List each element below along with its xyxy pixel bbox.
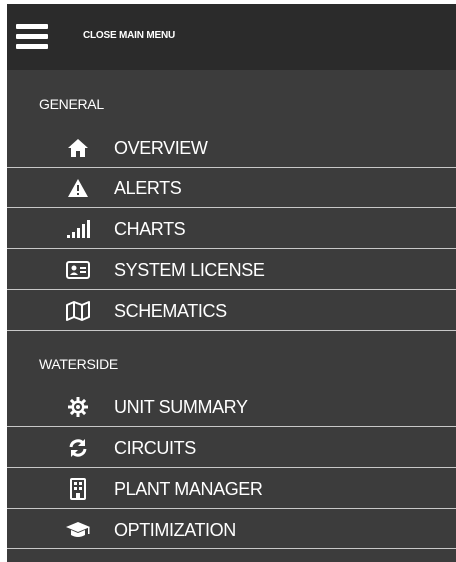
- menu-item-schematics[interactable]: SCHEMATICS: [7, 291, 456, 331]
- menu-item-label: OPTIMIZATION: [114, 520, 236, 540]
- menu-item-unit-summary[interactable]: UNIT SUMMARY: [7, 387, 456, 427]
- menu-item-label: PLANT MANAGER: [114, 479, 263, 499]
- menu-item-label: OVERVIEW: [114, 138, 208, 158]
- map-icon: [65, 301, 91, 321]
- cog-icon: [65, 397, 91, 417]
- menu-item-overview[interactable]: OVERVIEW: [7, 128, 456, 168]
- warning-icon: [65, 178, 91, 198]
- hamburger-icon[interactable]: [16, 24, 48, 50]
- menu-item-circuits[interactable]: CIRCUITS: [7, 428, 456, 468]
- menu-item-charts[interactable]: CHARTS: [7, 209, 456, 249]
- graduation-cap-icon: [65, 520, 91, 540]
- menu-item-alerts[interactable]: ALERTS: [7, 168, 456, 208]
- menu-item-system-license[interactable]: SYSTEM LICENSE: [7, 250, 456, 290]
- home-icon: [65, 138, 91, 158]
- menu-item-optimization[interactable]: OPTIMIZATION: [7, 510, 456, 550]
- menu-item-label: SYSTEM LICENSE: [114, 260, 265, 280]
- menu-header: CLOSE MAIN MENU: [7, 4, 456, 70]
- bottom-divider: [7, 548, 456, 549]
- menu-item-label: SCHEMATICS: [114, 301, 227, 321]
- menu-item-label: CHARTS: [114, 219, 186, 239]
- menu-item-label: UNIT SUMMARY: [114, 397, 248, 417]
- menu-item-plant-manager[interactable]: PLANT MANAGER: [7, 469, 456, 509]
- menu-item-label: CIRCUITS: [114, 438, 196, 458]
- section-title-waterside: WATERSIDE: [39, 356, 118, 372]
- main-menu-panel: CLOSE MAIN MENU GENERAL OVERVIEW ALERTS: [7, 4, 456, 562]
- id-card-icon: [65, 260, 91, 280]
- section-title-general: GENERAL: [39, 96, 104, 112]
- close-main-menu-button[interactable]: CLOSE MAIN MENU: [83, 30, 175, 41]
- building-icon: [65, 478, 91, 500]
- refresh-icon: [65, 438, 91, 458]
- menu-item-label: ALERTS: [114, 178, 182, 198]
- signal-bars-icon: [65, 219, 91, 239]
